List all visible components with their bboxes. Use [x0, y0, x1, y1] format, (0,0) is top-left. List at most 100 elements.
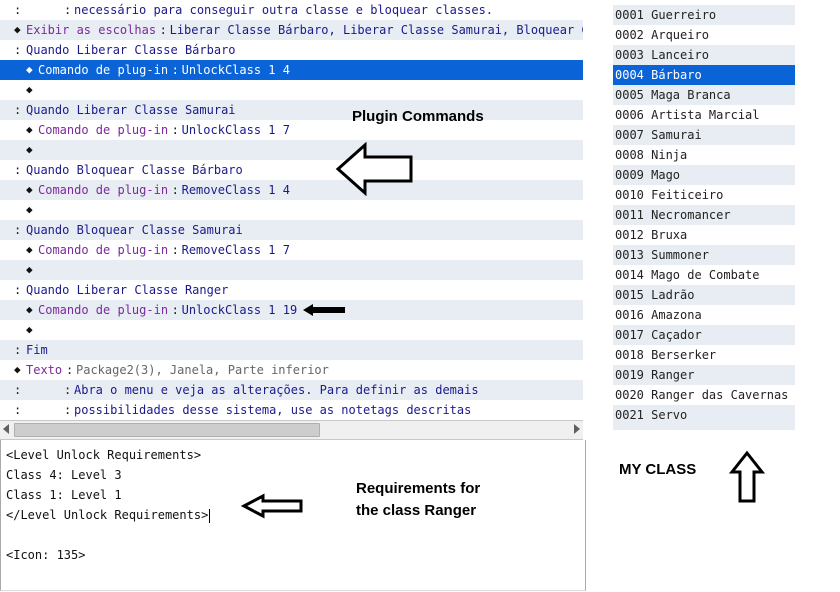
class-list-item[interactable]: 0004 Bárbaro — [613, 65, 795, 85]
event-command-row[interactable]: ◆ Comando de plug-in: RemoveClass 1 4 — [0, 180, 583, 200]
command-label: Exibir as escolhas — [26, 23, 157, 37]
class-list-item[interactable]: 0005 Maga Branca — [613, 85, 795, 105]
class-list-item[interactable]: 0010 Feiticeiro — [613, 185, 795, 205]
class-list-item[interactable]: 0015 Ladrão — [613, 285, 795, 305]
event-command-row[interactable]: ◆ — [0, 320, 583, 340]
class-list-item[interactable]: 0007 Samurai — [613, 125, 795, 145]
branch-marker: : — [14, 403, 22, 417]
event-command-row[interactable]: ◆ Comando de plug-in: UnlockClass 1 4 — [0, 60, 583, 80]
command-separator: : — [171, 183, 179, 197]
diamond-icon: ◆ — [14, 363, 21, 376]
branch-marker: : — [14, 283, 22, 297]
annotation-requirements-line1: Requirements for — [356, 480, 481, 497]
event-command-row[interactable]: : Fim — [0, 340, 583, 360]
diamond-icon: ◆ — [26, 123, 33, 136]
class-list-item[interactable]: 0021 Servo — [613, 405, 795, 425]
class-list-item[interactable]: 0017 Caçador — [613, 325, 795, 345]
command-separator: : — [171, 243, 179, 257]
event-command-row[interactable]: ◆ — [0, 260, 583, 280]
class-list-item-label: 0018 Berserker — [615, 348, 717, 362]
command-label: Fim — [26, 343, 48, 357]
command-content: necessário para conseguir outra classe e… — [74, 3, 494, 17]
left-arrow-icon — [335, 142, 413, 196]
class-list-item[interactable]: 0019 Ranger — [613, 365, 795, 385]
command-content: UnlockClass 1 19 — [181, 303, 298, 317]
class-list-item-label: 0004 Bárbaro — [615, 68, 702, 82]
class-list-item[interactable]: 0018 Berserker — [613, 345, 795, 365]
note-line: Class 4: Level 3 — [6, 468, 122, 482]
diamond-icon: ◆ — [14, 23, 21, 36]
class-list-item[interactable]: 0016 Amazona — [613, 305, 795, 325]
class-list-item-label: 0001 Guerreiro — [615, 8, 717, 22]
event-command-row[interactable]: : Quando Liberar Classe Samurai — [0, 100, 583, 120]
command-content: RemoveClass 1 7 — [181, 243, 290, 257]
class-list-item-label: 0021 Servo — [615, 408, 688, 422]
event-command-row[interactable]: : Quando Liberar Classe Ranger — [0, 280, 583, 300]
event-command-row[interactable]: : Quando Bloquear Classe Bárbaro — [0, 160, 583, 180]
class-list-item[interactable]: 0014 Mago de Combate — [613, 265, 795, 285]
note-line: <Icon: 135> — [6, 548, 86, 562]
command-label: Quando Liberar Classe Ranger — [26, 283, 229, 297]
class-list-item-label: 0006 Artista Marcial — [615, 108, 760, 122]
diamond-icon: ◆ — [26, 83, 33, 96]
diamond-icon: ◆ — [26, 183, 33, 196]
event-command-row[interactable]: ◆ — [0, 80, 583, 100]
class-list-item[interactable]: 0011 Necromancer — [613, 205, 795, 225]
class-list-item[interactable]: 0001 Guerreiro — [613, 5, 795, 25]
command-separator: : — [64, 383, 72, 397]
note-line: <Level Unlock Requirements> — [6, 448, 202, 462]
event-command-row[interactable]: ◆ — [0, 200, 583, 220]
command-label: Quando Liberar Classe Bárbaro — [26, 43, 236, 57]
command-label: Comando de plug-in — [38, 303, 169, 317]
text-caret — [209, 508, 211, 523]
class-list-item[interactable]: 0003 Lanceiro — [613, 45, 795, 65]
small-arrow-icon — [303, 304, 345, 316]
branch-marker: : — [14, 343, 22, 357]
event-command-row[interactable]: : Quando Bloquear Classe Samurai — [0, 220, 583, 240]
annotation-requirements-line2: the class Ranger — [356, 502, 477, 519]
event-command-row[interactable]: ◆ Exibir as escolhas: Liberar Classe Bárba… — [0, 20, 583, 40]
event-command-row[interactable]: :: possibilidades desse sistema, use as n… — [0, 400, 583, 420]
event-command-row[interactable]: :: Abra o menu e veja as alterações. Para… — [0, 380, 583, 400]
command-label: Comando de plug-in — [38, 243, 169, 257]
scroll-right-arrow-icon[interactable] — [574, 424, 580, 434]
event-command-row[interactable]: ◆ Texto: Package2(3), Janela, Parte inferi… — [0, 360, 583, 380]
class-list[interactable]: 0001 Guerreiro 0002 Arqueiro 0003 Lanceiro… — [613, 5, 795, 430]
class-list-item[interactable]: 0012 Bruxa — [613, 225, 795, 245]
command-label: Quando Liberar Classe Samurai — [26, 103, 236, 117]
branch-marker: : — [14, 163, 22, 177]
diamond-icon: ◆ — [26, 63, 33, 76]
diamond-icon: ◆ — [26, 143, 33, 156]
class-list-item[interactable]: 0013 Summoner — [613, 245, 795, 265]
branch-marker: : — [14, 383, 22, 397]
command-separator: : — [64, 3, 72, 17]
horizontal-scrollbar[interactable] — [0, 420, 583, 440]
event-command-row[interactable]: ◆ Comando de plug-in: RemoveClass 1 7 — [0, 240, 583, 260]
class-list-item[interactable]: 0020 Ranger das Cavernas — [613, 385, 795, 405]
command-label: Quando Bloquear Classe Bárbaro — [26, 163, 243, 177]
diamond-icon: ◆ — [26, 303, 33, 316]
class-list-item-label: 0012 Bruxa — [615, 228, 688, 242]
command-content: UnlockClass 1 4 — [181, 63, 290, 77]
class-list-item-label: 0002 Arqueiro — [615, 28, 709, 42]
event-command-list[interactable]: :: necessário para conseguir outra classe… — [0, 0, 583, 420]
event-command-row[interactable]: ◆ Comando de plug-in: UnlockClass 1 19 — [0, 300, 583, 320]
up-arrow-icon — [729, 450, 765, 503]
class-list-item[interactable]: 0008 Ninja — [613, 145, 795, 165]
event-command-row[interactable]: :: necessário para conseguir outra classe… — [0, 0, 583, 20]
class-list-item[interactable]: 0006 Artista Marcial — [613, 105, 795, 125]
event-command-row[interactable]: ◆ — [0, 140, 583, 160]
note-line: </Level Unlock Requirements> — [6, 505, 211, 525]
class-list-item[interactable]: 0002 Arqueiro — [613, 25, 795, 45]
command-separator: : — [64, 403, 72, 417]
annotation-plugin-commands: Plugin Commands — [352, 108, 484, 125]
scroll-left-arrow-icon[interactable] — [3, 424, 9, 434]
class-list-item[interactable]: 0009 Mago — [613, 165, 795, 185]
event-command-row[interactable]: ◆ Comando de plug-in: UnlockClass 1 7 — [0, 120, 583, 140]
class-list-item-label: 0019 Ranger — [615, 368, 695, 382]
event-command-row[interactable]: : Quando Liberar Classe Bárbaro — [0, 40, 583, 60]
diamond-icon: ◆ — [26, 203, 33, 216]
class-list-item-partial[interactable] — [613, 425, 795, 430]
scrollbar-thumb[interactable] — [14, 423, 320, 437]
branch-marker: : — [14, 223, 22, 237]
